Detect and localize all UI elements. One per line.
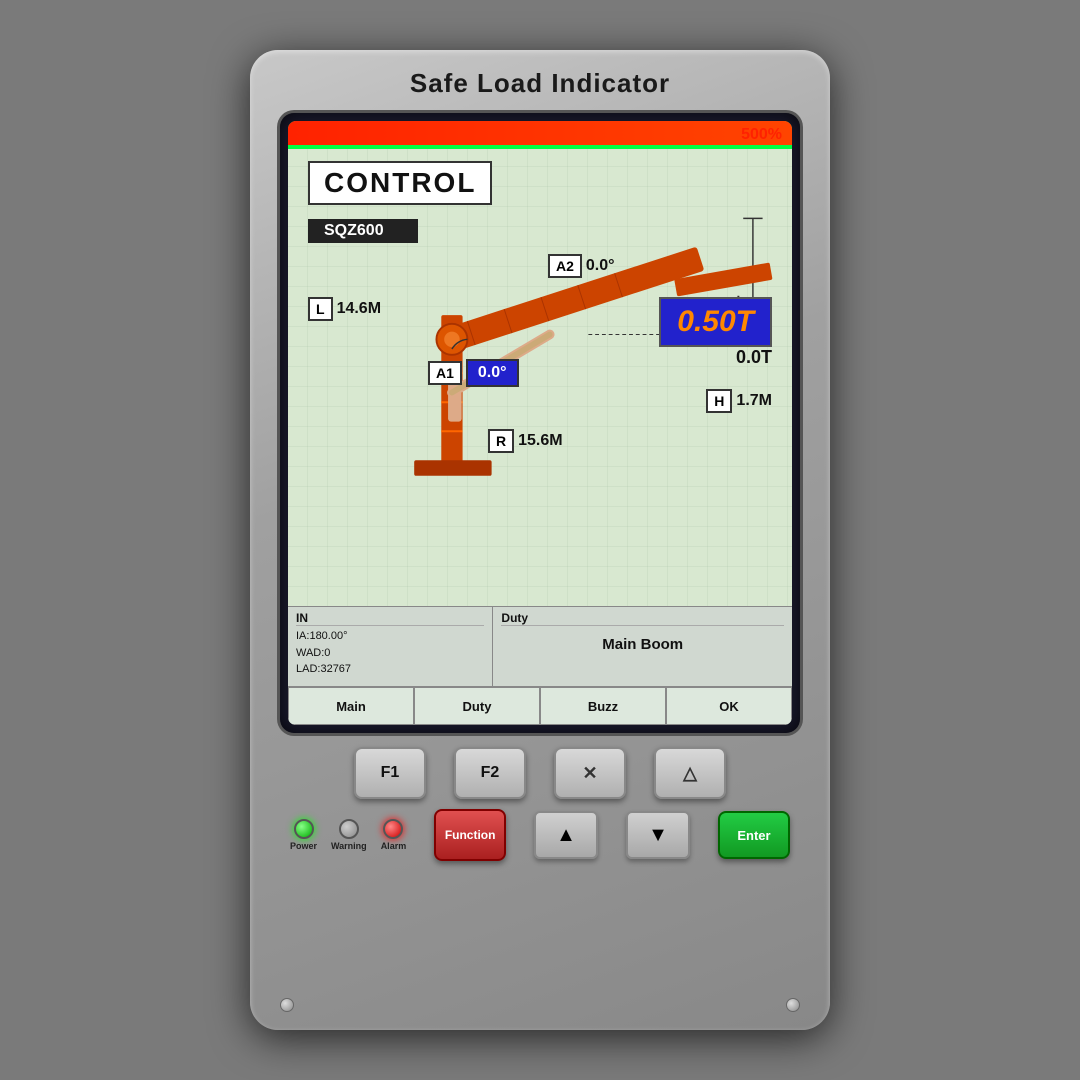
screw-bottom-left xyxy=(280,998,294,1012)
L-value: 14.6M xyxy=(337,300,381,318)
screen-main-area: CONTROL SQZ600 xyxy=(288,149,792,606)
function-button[interactable]: Function xyxy=(434,809,506,861)
info-right: Duty Main Boom xyxy=(493,607,792,686)
model-badge: SQZ600 xyxy=(308,219,418,243)
H-label: H xyxy=(714,393,724,409)
wad-value: WAD:0 xyxy=(296,645,484,662)
R-label: R xyxy=(496,433,506,449)
label-H-container: H 1.7M xyxy=(706,389,772,413)
lad-value: LAD:32767 xyxy=(296,661,484,678)
crane-diagram xyxy=(288,199,792,499)
warning-indicator: Warning xyxy=(331,819,367,851)
screen-bezel: 500% CONTROL SQZ600 xyxy=(280,113,800,733)
safe-load-value: 0.50T xyxy=(677,305,754,338)
R-value: 15.6M xyxy=(518,432,562,450)
safe-load-box: 0.50T xyxy=(659,297,772,347)
nav-row: Power Warning Alarm Function ▲ ▼ Enter xyxy=(280,809,800,861)
H-value: 1.7M xyxy=(736,392,772,410)
H-box: H xyxy=(706,389,732,413)
screen: 500% CONTROL SQZ600 xyxy=(288,121,792,725)
warning-label: Warning xyxy=(331,841,367,851)
screen-button-row: Main Duty Buzz OK xyxy=(288,687,792,725)
actual-load-value: 0.0T xyxy=(736,347,772,368)
fn-buttons-row: F1 F2 ✕ △ xyxy=(280,747,800,799)
R-box: R xyxy=(488,429,514,453)
L-box: L xyxy=(308,297,333,321)
power-label: Power xyxy=(290,841,317,851)
load-bar: 500% xyxy=(288,121,792,149)
bottom-panel: IN IA:180.00° WAD:0 LAD:32767 Duty Main … xyxy=(288,606,792,725)
A1-value: 0.0° xyxy=(466,359,519,387)
warning-led xyxy=(339,819,359,839)
A1-label: A1 xyxy=(436,365,454,381)
f4-icon: △ xyxy=(683,763,697,784)
label-A1-container: A1 0.0° xyxy=(428,359,519,387)
label-A2-container: A2 0.0° xyxy=(548,254,615,278)
duty-button[interactable]: Duty xyxy=(414,687,540,725)
in-label: IN xyxy=(296,611,484,626)
power-indicator: Power xyxy=(290,819,317,851)
A2-label: A2 xyxy=(556,258,574,274)
main-button[interactable]: Main xyxy=(288,687,414,725)
f3-button[interactable]: ✕ xyxy=(554,747,626,799)
physical-buttons-area: F1 F2 ✕ △ Power Warning xyxy=(280,747,800,861)
screw-bottom-right xyxy=(786,998,800,1012)
label-L-container: L 14.6M xyxy=(308,297,381,321)
buzz-button[interactable]: Buzz xyxy=(540,687,666,725)
control-label: CONTROL xyxy=(324,167,476,198)
A1-box: A1 xyxy=(428,361,462,385)
f2-button[interactable]: F2 xyxy=(454,747,526,799)
up-button[interactable]: ▲ xyxy=(534,811,598,859)
ok-button[interactable]: OK xyxy=(666,687,792,725)
info-row: IN IA:180.00° WAD:0 LAD:32767 Duty Main … xyxy=(288,607,792,687)
power-led xyxy=(294,819,314,839)
f1-button[interactable]: F1 xyxy=(354,747,426,799)
alarm-label: Alarm xyxy=(381,841,407,851)
indicator-group: Power Warning Alarm xyxy=(290,819,406,851)
load-bar-green-line xyxy=(288,145,792,149)
A2-value: 0.0° xyxy=(586,257,615,275)
label-R-container: R 15.6M xyxy=(488,429,563,453)
f3-icon: ✕ xyxy=(582,763,597,784)
info-left: IN IA:180.00° WAD:0 LAD:32767 xyxy=(288,607,493,686)
duty-value: Main Boom xyxy=(602,636,683,653)
alarm-indicator: Alarm xyxy=(381,819,407,851)
alarm-led xyxy=(383,819,403,839)
A2-box: A2 xyxy=(548,254,582,278)
control-box: CONTROL xyxy=(308,161,492,205)
enter-button[interactable]: Enter xyxy=(718,811,790,859)
duty-title: Duty xyxy=(501,611,784,626)
device-title: Safe Load Indicator xyxy=(270,68,810,99)
L-label: L xyxy=(316,301,325,317)
load-percent: 500% xyxy=(741,126,782,144)
down-button[interactable]: ▼ xyxy=(626,811,690,859)
ia-value: IA:180.00° xyxy=(296,628,484,645)
device-body: Safe Load Indicator 500% CONTROL SQZ600 xyxy=(250,50,830,1030)
f4-button[interactable]: △ xyxy=(654,747,726,799)
